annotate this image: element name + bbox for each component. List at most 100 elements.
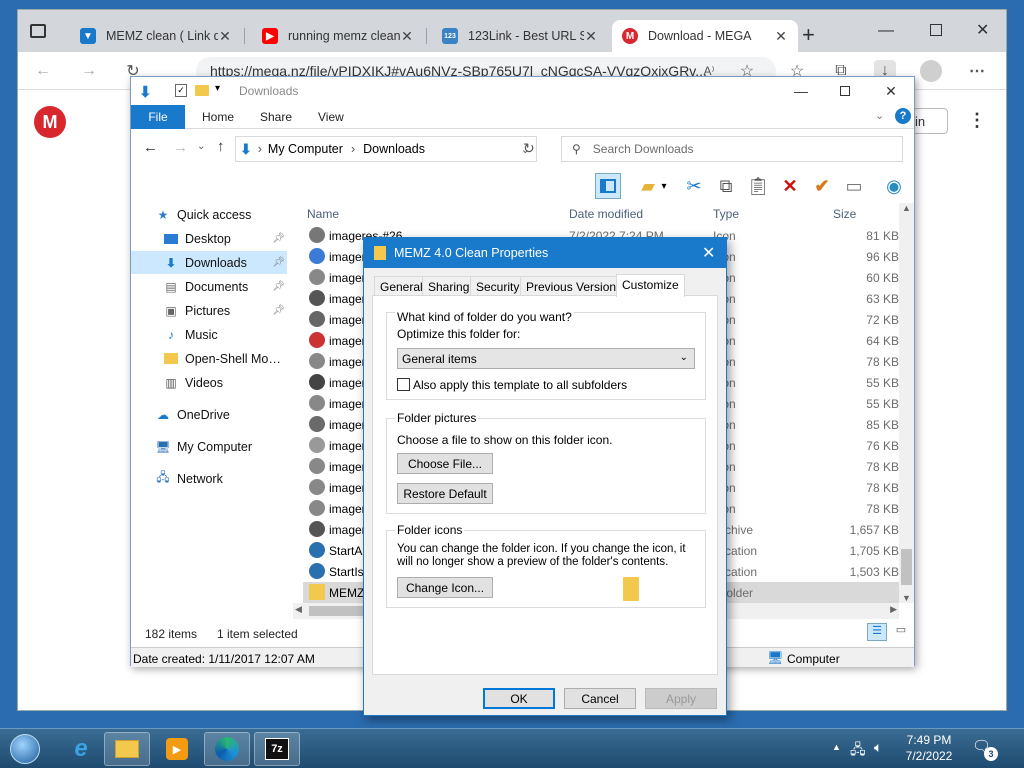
scroll-left-icon[interactable]: ◀ [295, 604, 302, 615]
minimize-icon[interactable]: — [878, 22, 894, 40]
ribbon-tab-view[interactable]: View [305, 105, 357, 129]
optimize-select[interactable]: General items ⌄ [397, 348, 695, 369]
restore-default-button[interactable]: Restore Default [397, 483, 493, 504]
nav-desktop[interactable]: Desktop 📌︎ [131, 227, 287, 250]
scroll-up-icon[interactable]: ▲ [899, 203, 914, 213]
ribbon-tab-home[interactable]: Home [189, 105, 247, 129]
apply-button[interactable]: Apply [645, 688, 717, 709]
ie-icon[interactable]: e [58, 732, 104, 766]
cut-icon[interactable]: ✂ [681, 173, 707, 199]
tab-sharing[interactable]: Sharing [422, 276, 476, 296]
nav-pictures[interactable]: ▣ Pictures 📌︎ [131, 299, 287, 322]
start-orb[interactable] [2, 732, 48, 766]
scroll-down-icon[interactable]: ▼ [899, 593, 914, 603]
column-date-modified[interactable]: Date modified [569, 207, 643, 221]
ribbon-tab-file[interactable]: File [131, 105, 185, 129]
up-icon[interactable]: ↑ [217, 138, 225, 155]
apply-subfolders-checkbox[interactable] [397, 378, 410, 391]
show-hidden-icons-icon[interactable]: ▲ [832, 742, 841, 752]
refresh-icon[interactable]: ↻ [523, 140, 535, 157]
column-type[interactable]: Type [713, 207, 739, 221]
column-size[interactable]: Size [833, 207, 856, 221]
close-icon[interactable]: ✕ [702, 243, 715, 263]
tab-running-memz[interactable]: ▶ running memz clean ( ✕ [252, 20, 424, 52]
close-icon[interactable]: ✕ [976, 20, 989, 40]
network-globe-icon[interactable]: ◉ [881, 173, 907, 199]
delete-icon[interactable]: ✕ [777, 173, 803, 199]
tab-customize[interactable]: Customize [616, 274, 685, 297]
cancel-button[interactable]: Cancel [564, 688, 636, 709]
copy-icon[interactable]: ⧉ [713, 173, 739, 199]
tab-download-mega[interactable]: M Download - MEGA ✕ [612, 20, 798, 52]
maximize-icon[interactable] [823, 79, 867, 103]
nav-quick-access[interactable]: ★ Quick access [131, 203, 287, 226]
path-downloads[interactable]: Downloads [363, 142, 425, 156]
profile-avatar[interactable] [920, 60, 942, 82]
ok-button[interactable]: OK [483, 688, 555, 709]
mega-logo[interactable]: M [34, 106, 66, 138]
vertical-scrollbar[interactable]: ▲ ▼ [899, 203, 914, 603]
dropdown-icon[interactable]: ▾ [657, 173, 671, 199]
recent-locations-icon[interactable]: ⌄ [197, 141, 205, 152]
qat-dropdown-icon[interactable]: ▾ [215, 83, 220, 94]
expand-ribbon-icon[interactable]: ⌄ [875, 109, 884, 122]
folder-icon[interactable] [195, 85, 209, 96]
page-menu-icon[interactable]: ⋮ [968, 110, 986, 131]
help-icon[interactable]: ? [895, 108, 911, 124]
ribbon-tab-share[interactable]: Share [247, 105, 305, 129]
nav-my-computer[interactable]: 🖥︎ My Computer [131, 435, 287, 458]
choose-file-button[interactable]: Choose File... [397, 453, 493, 474]
undo-icon[interactable]: ✔ [809, 173, 835, 199]
change-icon-button[interactable]: Change Icon... [397, 577, 493, 598]
nav-onedrive[interactable]: ☁ OneDrive [131, 403, 287, 426]
edge-icon[interactable] [204, 732, 250, 766]
forward-icon[interactable]: → [173, 139, 188, 156]
close-icon[interactable]: ✕ [869, 79, 913, 103]
forward-icon[interactable]: → [78, 60, 100, 82]
tab-previous-versions[interactable]: Previous Versions [520, 276, 629, 296]
nav-music[interactable]: ♪ Music [131, 323, 287, 346]
7zip-icon[interactable]: 7z [254, 732, 300, 766]
tab-general[interactable]: General [374, 276, 429, 296]
nav-open-shell[interactable]: Open-Shell Modern [131, 347, 287, 370]
scroll-thumb[interactable] [901, 549, 912, 585]
more-icon[interactable]: ⋯ [966, 60, 988, 82]
maximize-icon[interactable] [930, 24, 942, 36]
back-icon[interactable]: ← [143, 139, 158, 156]
details-view-icon[interactable]: ☰ [867, 623, 887, 641]
scroll-right-icon[interactable]: ▶ [890, 604, 897, 615]
search-input[interactable]: ⚲ Search Downloads [561, 136, 903, 162]
preview-pane-icon[interactable] [595, 173, 621, 199]
nav-network[interactable]: 🖧︎ Network [131, 467, 287, 490]
back-icon[interactable]: ← [32, 60, 54, 82]
rename-icon[interactable]: ▭ [841, 173, 867, 199]
pin-icon[interactable]: 📌︎ [272, 257, 285, 268]
close-icon[interactable]: ✕ [774, 28, 788, 45]
path-my-computer[interactable]: My Computer [268, 142, 343, 156]
close-icon[interactable]: ✕ [218, 28, 232, 45]
tab-security[interactable]: Security [470, 276, 526, 296]
properties-icon[interactable]: ✓ [175, 84, 187, 97]
nav-videos[interactable]: ▥ Videos [131, 371, 287, 394]
explorer-icon[interactable] [104, 732, 150, 766]
paste-icon[interactable]: 📋︎ [745, 173, 771, 199]
tab-actions-icon[interactable] [30, 24, 46, 38]
large-icons-view-icon[interactable]: ▭ [891, 623, 911, 641]
pin-icon[interactable]: 📌︎ [272, 233, 285, 244]
close-icon[interactable]: ✕ [584, 28, 598, 45]
media-player-icon[interactable]: ▶ [154, 732, 200, 766]
minimize-icon[interactable]: — [779, 79, 823, 103]
pin-icon[interactable]: 📌︎ [272, 305, 285, 316]
tab-123link[interactable]: 123 123Link - Best URL Sh ✕ [432, 20, 608, 52]
tab-memz-clean[interactable]: ▼ MEMZ clean ( Link do ✕ [70, 20, 242, 52]
new-tab-button[interactable]: + [802, 22, 815, 48]
volume-icon[interactable]: 🔈︎ [874, 739, 882, 756]
network-tray-icon[interactable]: 🖧︎ [850, 739, 866, 763]
column-name[interactable]: Name [307, 207, 339, 221]
pin-icon[interactable]: 📌︎ [272, 281, 285, 292]
close-icon[interactable]: ✕ [400, 28, 414, 45]
address-path[interactable]: ⬇ › My Computer › Downloads ⌄ [235, 136, 537, 162]
nav-downloads[interactable]: ⬇ Downloads 📌︎ [131, 251, 287, 274]
clock[interactable]: 7:49 PM 7/2/2022 [896, 732, 962, 764]
nav-documents[interactable]: ▤ Documents 📌︎ [131, 275, 287, 298]
